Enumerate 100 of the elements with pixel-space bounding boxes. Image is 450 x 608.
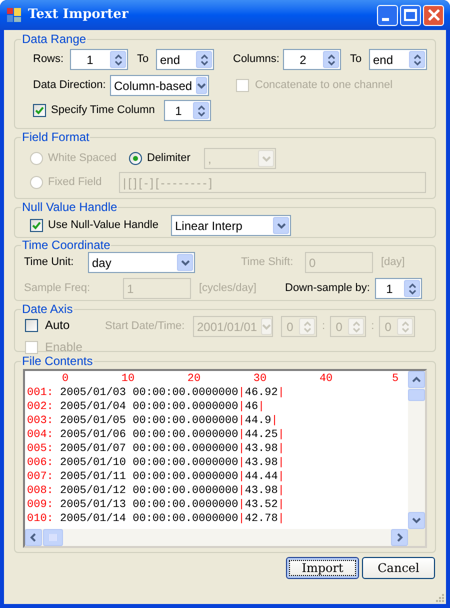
spin-button[interactable] [110,51,126,68]
file-line: 2005/01/04 00:00:00.0000000|46| [60,400,265,414]
field-label: Use Null-Value Handle [48,218,160,234]
close-button[interactable] [423,4,444,26]
spin-button[interactable] [323,51,339,68]
field-label: Auto [45,317,70,334]
dropdown[interactable]: Column-based [110,75,209,96]
spin-button[interactable] [404,280,420,297]
group-title: Date Axis [21,303,74,316]
field-label: [cycles/day] [199,281,258,296]
chevron-down-icon [180,260,190,266]
group-title: Field Format [21,131,90,144]
minimize-button[interactable] [377,4,398,26]
maximize-icon [404,9,417,21]
number-field[interactable]: 1 [375,278,422,299]
line-number: 002: [27,400,54,414]
scroll-thumb[interactable] [408,389,425,401]
field-label: White Spaced [48,151,118,166]
number-field[interactable]: 1 [164,100,211,121]
file-line: 2005/01/06 00:00:00.0000000|44.25| [60,428,284,442]
field-label: Concatenate to one channel [255,78,393,94]
line-number: 001: [27,386,54,400]
resize-grip-icon [435,593,445,603]
field-label: Sample Freq: [24,281,92,296]
ruler-label: 40 [319,372,333,386]
number-field[interactable]: end [369,49,427,70]
field-label: Data Direction: [33,78,107,94]
horizontal-scrollbar[interactable] [25,529,408,546]
field-label: [day] [381,255,405,270]
number-field[interactable]: end [156,49,214,70]
group-title: Time Coordinate [21,239,112,252]
close-icon [428,9,440,21]
up-down-arrows-icon [304,320,310,332]
scroll-thumb[interactable] [43,529,63,546]
window-icon [6,7,22,23]
scroll-left-button[interactable] [25,529,42,546]
field-label: Time Unit: [24,255,75,270]
spin-button[interactable] [196,51,212,68]
up-down-arrows-icon [402,320,409,332]
group-title: File Contents [21,355,94,368]
up-down-arrows-icon [414,54,420,66]
maximize-button[interactable] [400,4,421,26]
file-line: 2005/01/11 00:00:00.0000000|44.44| [60,470,284,484]
file-line: 2005/01/10 00:00:00.0000000|43.98| [60,456,284,470]
ruler-label: 10 [121,372,135,386]
vertical-scrollbar[interactable] [408,371,425,529]
scroll-right-button[interactable] [391,529,408,546]
ruler-label: 0 [62,372,69,386]
dropdown-button[interactable] [196,77,208,94]
file-line: 2005/01/12 00:00:00.0000000|43.98| [60,484,284,498]
field-label: Enable [45,339,82,356]
file-line: 2005/01/13 00:00:00.0000000|43.52| [60,498,284,512]
chevron-down-icon [412,516,421,525]
tick-icon [32,221,41,230]
file-line: 2005/01/03 00:00:00.0000000|46.92| [60,386,284,400]
radio-button[interactable] [129,152,142,165]
up-down-arrows-icon [408,282,416,294]
line-number: 007: [27,470,54,484]
dialog-button[interactable]: Import [286,557,359,579]
dropdown[interactable]: Linear Interp [171,215,291,236]
scroll-down-button[interactable] [408,512,425,529]
chevron-down-icon [276,222,286,228]
number-field[interactable]: 1 [70,49,128,70]
line-number: 009: [27,498,54,512]
chevron-right-icon [395,533,404,542]
checkbox[interactable] [33,104,46,117]
up-down-arrows-icon [198,104,204,116]
line-number: 010: [27,512,54,526]
file-line: 2005/01/05 00:00:00.0000000|44.9| [60,414,278,428]
up-down-arrows-icon [114,54,122,66]
chevron-down-icon [262,324,272,330]
field-label: To [350,52,363,68]
dropdown-button[interactable] [177,254,193,271]
checkbox[interactable] [30,219,43,232]
line-number: 006: [27,456,54,470]
tick-icon [35,106,44,115]
scroll-up-button[interactable] [408,371,425,388]
dialog-button[interactable]: Cancel [362,557,435,579]
chevron-left-icon [29,533,38,542]
group-title: Null Value Handle [21,201,118,214]
up-down-arrows-icon [200,54,208,66]
scrollbar-corner [408,529,425,546]
field-label: Specify Time Column [51,103,156,118]
spin-button[interactable] [409,51,425,68]
spin-button[interactable] [193,102,209,119]
line-number: 005: [27,442,54,456]
ruler-label: 5 [392,372,399,386]
field-label: To [137,52,150,68]
minimize-icon [382,18,388,20]
field-label: Delimiter [147,151,192,166]
number-field[interactable]: 2 [283,49,341,70]
line-number: 003: [27,414,54,428]
chevron-up-icon [412,375,421,384]
field-label: Time Shift: [241,255,294,270]
up-down-arrows-icon [352,320,360,332]
file-line: 2005/01/14 00:00:00.0000000|42.78| [60,512,284,526]
grip-icon [49,534,57,541]
dropdown[interactable]: day [88,252,195,273]
dropdown-button[interactable] [273,217,289,234]
field-label: : [322,319,326,334]
